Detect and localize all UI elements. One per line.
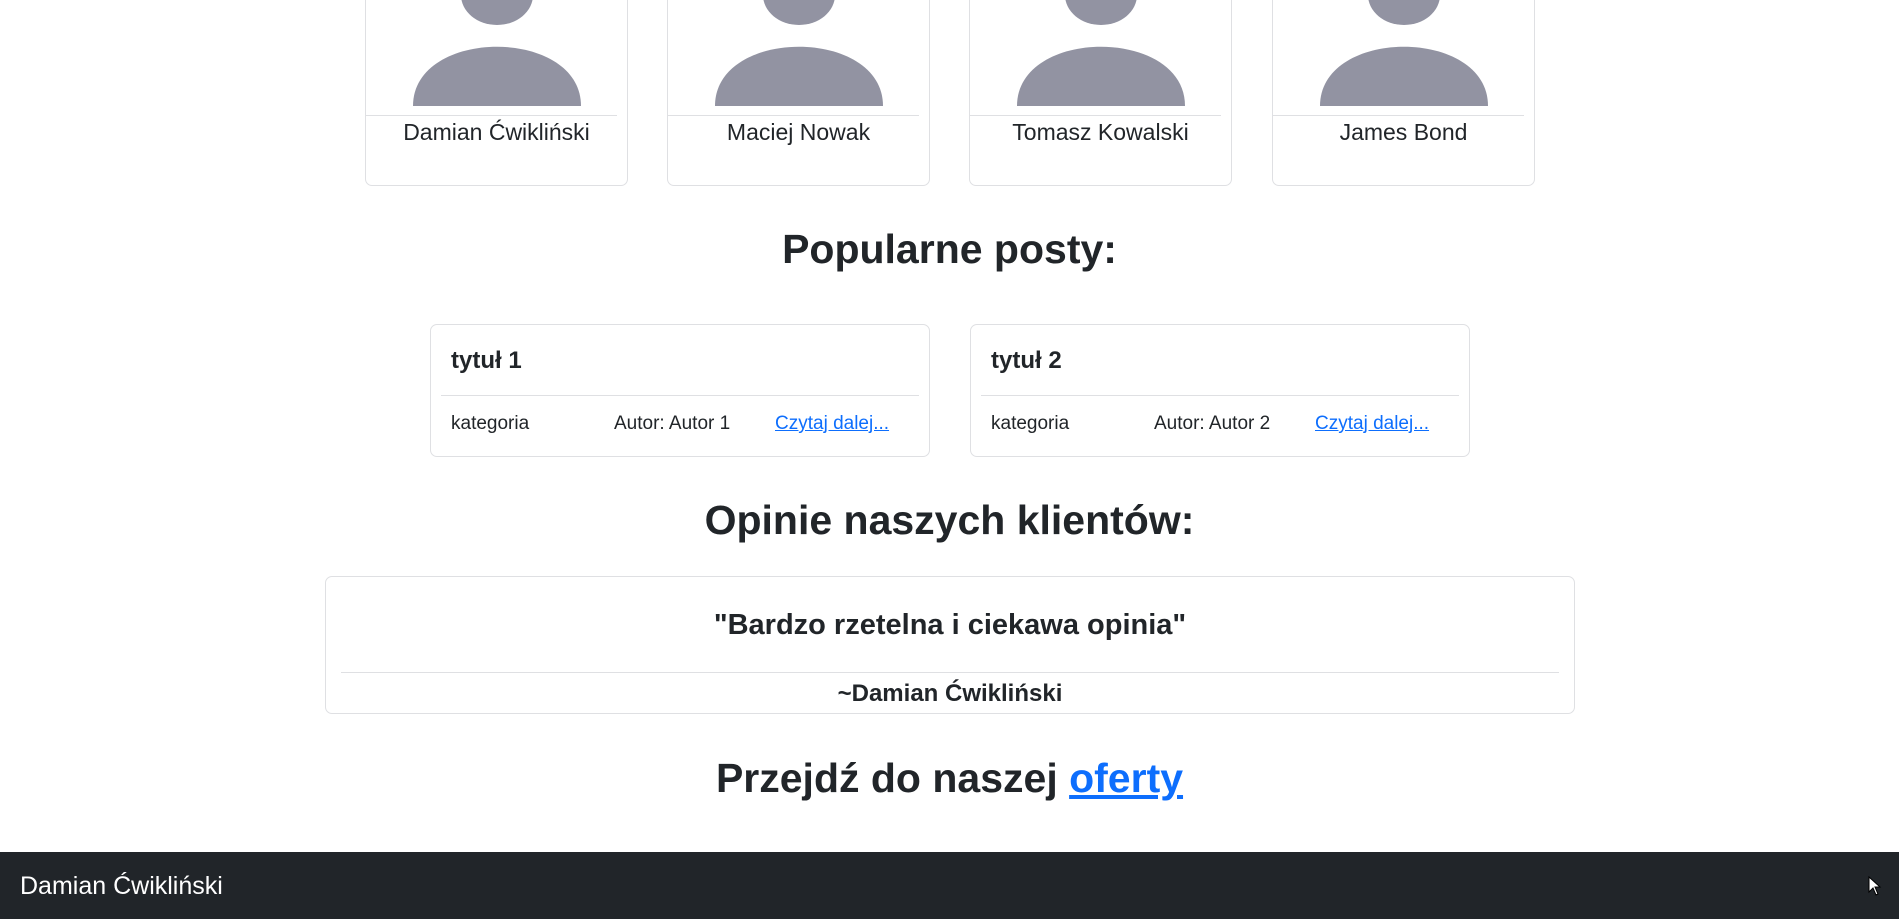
review-quote: "Bardzo rzetelna i ciekawa opinia": [713, 609, 1187, 641]
offer-heading: Przejdź do naszej oferty: [0, 755, 1899, 802]
team-card: Damian Ćwikliński: [365, 0, 628, 186]
team-card: Maciej Nowak: [667, 0, 930, 186]
read-more-link[interactable]: Czytaj dalej...: [1315, 413, 1429, 435]
footer: Damian Ćwikliński: [0, 852, 1899, 919]
card-divider: [981, 395, 1459, 396]
team-member-name: Tomasz Kowalski: [1012, 119, 1189, 145]
person-placeholder-icon: [715, 0, 883, 106]
card-divider: [970, 115, 1221, 116]
mouse-cursor-icon: [1868, 876, 1882, 896]
review-author: ~Damian Ćwikliński: [837, 680, 1063, 707]
offer-text: Przejdź do naszej: [715, 755, 1070, 801]
avatar: [1273, 0, 1534, 106]
post-title: tytuł 2: [991, 347, 1062, 374]
card-divider: [441, 395, 919, 396]
offer-link[interactable]: oferty: [1069, 755, 1183, 801]
read-more-link[interactable]: Czytaj dalej...: [775, 413, 889, 435]
post-category: kategoria: [451, 413, 530, 434]
person-placeholder-icon: [1320, 0, 1488, 106]
card-divider: [366, 115, 617, 116]
post-author: Autor: Autor 1: [614, 413, 731, 434]
footer-author-name: Damian Ćwikliński: [20, 872, 223, 900]
card-divider: [1273, 115, 1524, 116]
avatar: [668, 0, 929, 106]
post-title: tytuł 1: [451, 347, 522, 374]
person-placeholder-icon: [413, 0, 581, 106]
review-card: "Bardzo rzetelna i ciekawa opinia" ~Dami…: [325, 576, 1575, 714]
popular-posts-heading: Popularne posty:: [782, 226, 1117, 272]
avatar: [970, 0, 1231, 106]
card-divider: [668, 115, 919, 116]
post-card: tytuł 2 kategoria Autor: Autor 2 Czytaj …: [970, 324, 1470, 457]
team-card: James Bond: [1272, 0, 1535, 186]
reviews-heading: Opinie naszych klientów:: [704, 497, 1195, 543]
person-placeholder-icon: [1017, 0, 1185, 106]
team-card: Tomasz Kowalski: [969, 0, 1232, 186]
team-member-name: Maciej Nowak: [726, 119, 871, 145]
avatar: [366, 0, 627, 106]
post-category: kategoria: [991, 413, 1070, 434]
card-divider: [341, 672, 1559, 673]
team-section: Damian Ćwikliński Maciej Nowak Tomasz Ko…: [365, 0, 1535, 187]
post-card: tytuł 1 kategoria Autor: Autor 1 Czytaj …: [430, 324, 930, 457]
post-author: Autor: Autor 2: [1154, 413, 1271, 434]
team-member-name: Damian Ćwikliński: [403, 119, 590, 145]
team-member-name: James Bond: [1339, 119, 1468, 145]
